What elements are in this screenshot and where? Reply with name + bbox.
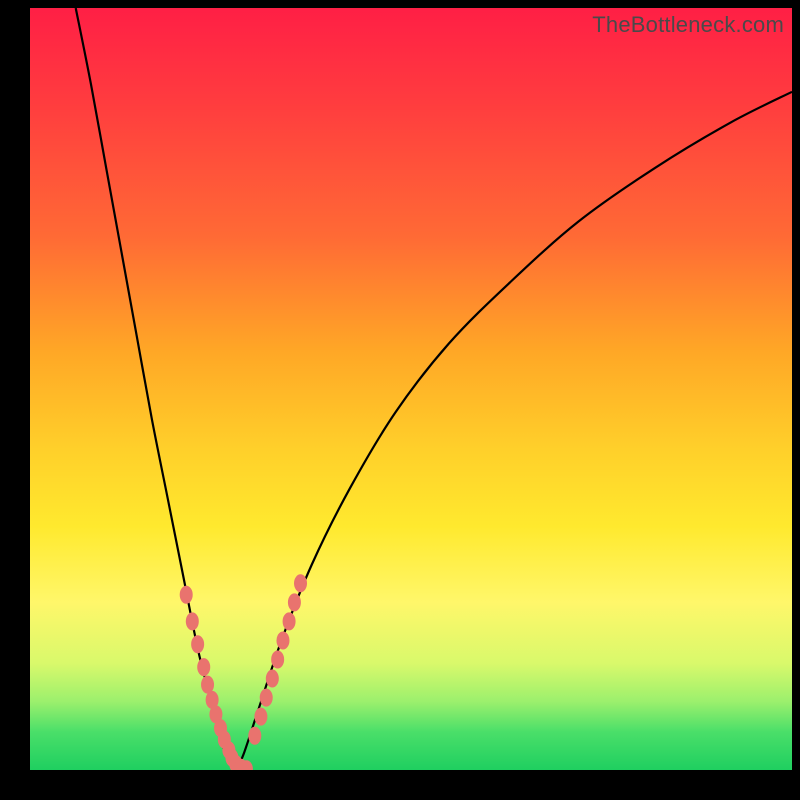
highlight-dots-left [180,586,253,770]
data-dot [288,593,301,611]
data-dot [186,612,199,630]
chart-overlay [30,8,792,770]
plot-area: TheBottleneck.com [30,8,792,770]
data-dot [180,586,193,604]
data-dot [271,651,284,669]
chart-frame: TheBottleneck.com [0,0,800,800]
data-dot [276,631,289,649]
data-dot [266,670,279,688]
data-dot [197,658,210,676]
data-dot [294,574,307,592]
highlight-dots-right [248,574,307,744]
data-dot [191,635,204,653]
curve-right-branch [236,92,792,770]
data-dot [248,727,261,745]
data-dot [260,689,273,707]
curve-left-branch [76,8,236,770]
data-dot [254,708,267,726]
data-dot [283,612,296,630]
